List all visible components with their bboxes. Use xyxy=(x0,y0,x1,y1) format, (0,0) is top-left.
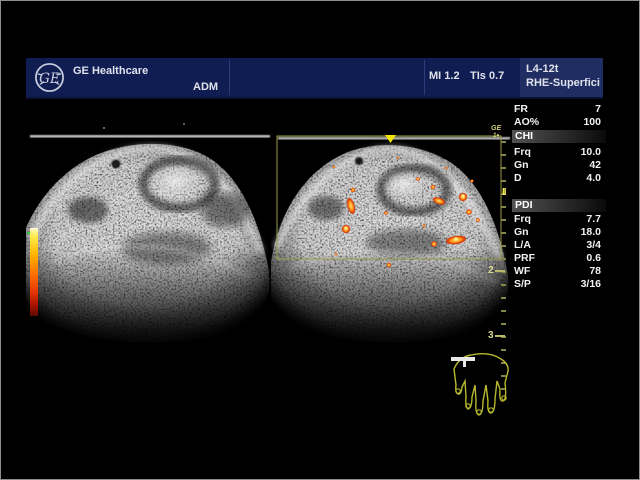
param-label: D xyxy=(514,172,522,185)
param-row: Gn 18.0 xyxy=(514,226,601,239)
param-value: 7.7 xyxy=(586,213,601,226)
param-row: L/A 3/4 xyxy=(514,239,601,252)
param-value: 3/4 xyxy=(586,239,601,252)
ruler-orientation-submark: 1♦ xyxy=(493,133,499,139)
brand-label: GE Healthcare xyxy=(73,65,148,77)
probe-position-marker xyxy=(451,357,475,367)
param-label: L/A xyxy=(514,239,531,252)
param-label: Gn xyxy=(514,226,529,239)
operator-id-label: ADM xyxy=(193,81,218,93)
param-row: WF 78 xyxy=(514,265,601,278)
param-label: PRF xyxy=(514,252,535,265)
ruler-major-tick xyxy=(495,270,505,272)
param-value: 3/16 xyxy=(581,278,601,291)
probe-preset-box: L4-12t RHE-Superfici xyxy=(520,58,603,97)
doppler-colorbar xyxy=(30,228,38,316)
header-divider xyxy=(424,60,425,95)
depth-label-2cm: 2 xyxy=(488,265,494,276)
skin-line-left xyxy=(30,135,270,138)
param-label: AO% xyxy=(514,116,539,129)
parameter-panel: FR 7 AO% 100 CHI Frq 10.0 Gn 42 D 4.0 PD… xyxy=(514,98,601,298)
param-label: S/P xyxy=(514,278,531,291)
focus-zone-marker: II xyxy=(502,188,506,198)
param-row: Gn 42 xyxy=(514,159,601,172)
param-value: 7 xyxy=(595,103,601,116)
tis-value: TIs 0.7 xyxy=(470,70,504,82)
param-label: FR xyxy=(514,103,528,116)
header-divider xyxy=(229,60,230,95)
param-row: Frq 10.0 xyxy=(514,146,601,159)
param-value: 42 xyxy=(589,159,601,172)
param-value: 18.0 xyxy=(581,226,601,239)
body-marker-hand-icon xyxy=(449,349,517,421)
ultrasound-screen: GE GE Healthcare ADM MI 1.2 TIs 0.7 L4-1… xyxy=(0,0,640,480)
depth-label-3cm: 3 xyxy=(488,330,494,341)
b-mode-section-header: CHI xyxy=(512,130,606,143)
svg-text:GE: GE xyxy=(39,71,60,87)
ge-logo-icon: GE xyxy=(34,62,65,93)
preset-label: RHE-Superfici xyxy=(526,77,600,89)
ruler-orientation-mark: GE xyxy=(491,125,501,132)
header-bar: GE GE Healthcare ADM MI 1.2 TIs 0.7 L4-1… xyxy=(26,58,603,99)
doppler-section-header: PDI xyxy=(512,199,606,212)
param-row: D 4.0 xyxy=(514,172,601,185)
param-value: 10.0 xyxy=(581,146,601,159)
param-label: Gn xyxy=(514,159,529,172)
param-row: S/P 3/16 xyxy=(514,278,601,291)
param-row: AO% 100 xyxy=(514,116,601,129)
param-value: 78 xyxy=(589,265,601,278)
param-value: 0.6 xyxy=(586,252,601,265)
probe-label: L4-12t xyxy=(526,63,558,75)
mi-value: MI 1.2 xyxy=(429,70,460,82)
param-row: PRF 0.6 xyxy=(514,252,601,265)
ruler-major-tick xyxy=(495,335,505,337)
param-label: Frq xyxy=(514,146,531,159)
param-row: Frq 7.7 xyxy=(514,213,601,226)
param-label: Frq xyxy=(514,213,531,226)
param-label: WF xyxy=(514,265,530,278)
param-row: FR 7 xyxy=(514,103,601,116)
param-value: 4.0 xyxy=(586,172,601,185)
colorbar-baseline-tick xyxy=(27,232,30,234)
param-value: 100 xyxy=(583,116,601,129)
